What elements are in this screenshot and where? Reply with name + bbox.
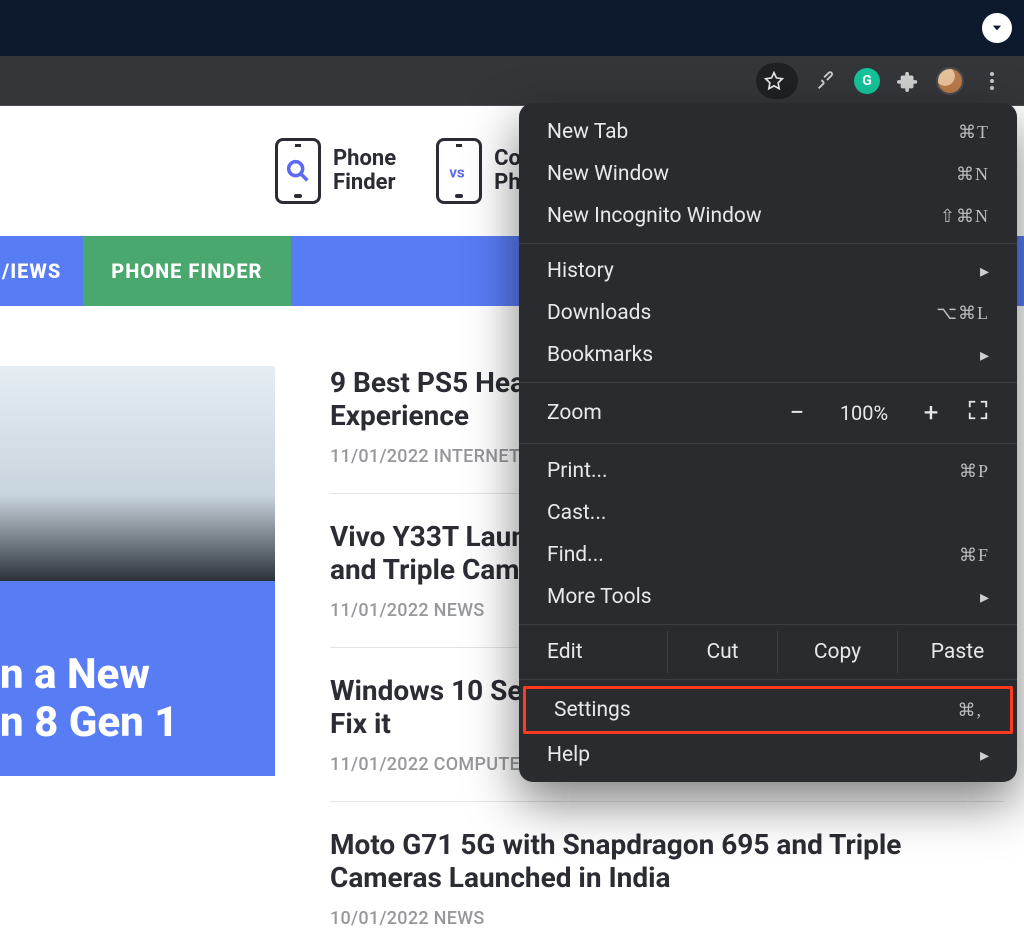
menu-new-tab[interactable]: New Tab⌘T bbox=[519, 111, 1017, 153]
menu-settings[interactable]: Settings⌘, bbox=[526, 689, 1010, 731]
menu-paste[interactable]: Paste bbox=[897, 631, 1017, 673]
chevron-right-icon: ▸ bbox=[964, 587, 989, 608]
window-dropdown-icon[interactable] bbox=[982, 13, 1012, 43]
menu-cast[interactable]: Cast... bbox=[519, 492, 1017, 534]
eyedropper-extension-icon[interactable] bbox=[812, 67, 840, 95]
star-icon bbox=[760, 67, 788, 95]
hero-image bbox=[0, 366, 275, 581]
menu-help[interactable]: Help▸ bbox=[519, 734, 1017, 776]
nav-reviews-partial[interactable]: /IEWS bbox=[0, 236, 83, 306]
menu-zoom: Zoom − 100% + bbox=[519, 389, 1017, 437]
profile-avatar[interactable] bbox=[936, 67, 964, 95]
chevron-right-icon: ▸ bbox=[964, 745, 989, 766]
menu-separator bbox=[519, 443, 1017, 444]
phone-finder-label: Phone Finder bbox=[333, 147, 396, 195]
menu-history[interactable]: History▸ bbox=[519, 250, 1017, 292]
menu-separator bbox=[519, 679, 1017, 680]
compare-phones-label: Co Ph bbox=[494, 147, 521, 195]
grammarly-extension-icon[interactable]: G bbox=[854, 68, 880, 94]
menu-more-tools[interactable]: More Tools▸ bbox=[519, 576, 1017, 618]
bookmark-star-button[interactable] bbox=[756, 63, 798, 99]
article-item[interactable]: Moto G71 5G with Snapdragon 695 and Trip… bbox=[330, 828, 1004, 941]
extensions-puzzle-icon[interactable] bbox=[894, 67, 922, 95]
menu-cut[interactable]: Cut bbox=[667, 631, 777, 673]
hero-headline: n a New n 8 Gen 1 bbox=[0, 581, 275, 776]
svg-text:vs: vs bbox=[449, 164, 465, 182]
compare-phones-icon: vs bbox=[436, 138, 482, 204]
menu-incognito[interactable]: New Incognito Window⇧⌘N bbox=[519, 195, 1017, 237]
menu-copy[interactable]: Copy bbox=[777, 631, 897, 673]
chrome-main-menu: New Tab⌘T New Window⌘N New Incognito Win… bbox=[519, 103, 1017, 782]
menu-downloads[interactable]: Downloads⌥⌘L bbox=[519, 292, 1017, 334]
kebab-menu-button[interactable] bbox=[978, 67, 1006, 95]
menu-edit-row: Edit Cut Copy Paste bbox=[519, 631, 1017, 673]
menu-separator bbox=[519, 243, 1017, 244]
menu-bookmarks[interactable]: Bookmarks▸ bbox=[519, 334, 1017, 376]
phone-finder-feature[interactable]: Phone Finder bbox=[275, 138, 396, 204]
phone-finder-icon bbox=[275, 138, 321, 204]
menu-find[interactable]: Find...⌘F bbox=[519, 534, 1017, 576]
zoom-in-button[interactable]: + bbox=[921, 398, 941, 428]
menu-separator bbox=[519, 624, 1017, 625]
menu-separator bbox=[519, 382, 1017, 383]
menu-new-window[interactable]: New Window⌘N bbox=[519, 153, 1017, 195]
browser-toolbar: G bbox=[0, 56, 1024, 106]
zoom-out-button[interactable]: − bbox=[787, 398, 807, 428]
menu-edit-label: Edit bbox=[519, 631, 667, 673]
fullscreen-icon[interactable] bbox=[967, 399, 989, 427]
hero-column: n a New n 8 Gen 1 bbox=[0, 366, 275, 941]
compare-phones-feature[interactable]: vs Co Ph bbox=[436, 138, 521, 204]
menu-print[interactable]: Print...⌘P bbox=[519, 450, 1017, 492]
chevron-right-icon: ▸ bbox=[964, 261, 989, 282]
browser-titlebar bbox=[0, 0, 1024, 56]
chevron-right-icon: ▸ bbox=[964, 345, 989, 366]
zoom-value: 100% bbox=[833, 401, 895, 425]
nav-phone-finder[interactable]: PHONE FINDER bbox=[83, 236, 290, 306]
